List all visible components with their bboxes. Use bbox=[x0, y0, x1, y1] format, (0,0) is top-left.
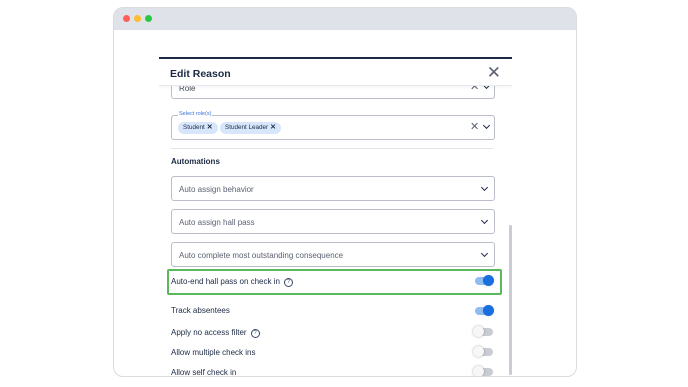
help-icon[interactable]: ? bbox=[283, 278, 293, 287]
auto-complete-consequence-select[interactable]: Auto complete most outstanding consequen… bbox=[171, 242, 495, 267]
toggle-label: Allow self check in bbox=[171, 368, 237, 377]
toggle-knob bbox=[473, 366, 484, 376]
close-window-dot[interactable] bbox=[123, 15, 130, 22]
toggle-knob bbox=[483, 275, 494, 286]
browser-titlebar bbox=[114, 8, 576, 30]
role-chip-label: Student Leader bbox=[225, 124, 269, 131]
select-placeholder: Auto assign hall pass bbox=[179, 218, 255, 227]
role-chip[interactable]: Student Leader ✕ bbox=[220, 122, 281, 134]
roles-multiselect[interactable]: Select role(s) Student ✕ Student Leader ✕ … bbox=[171, 111, 495, 140]
modal-body: Role ✕ Select role(s) Student ✕ Student L… bbox=[159, 57, 512, 377]
maximize-window-dot[interactable] bbox=[145, 15, 152, 22]
toggle-row-auto-end-hall-pass: Auto-end hall pass on check in? bbox=[171, 277, 293, 287]
toggle-row-track-absentees: Track absentees bbox=[171, 306, 230, 315]
chevron-down-icon bbox=[480, 249, 489, 258]
modal-title: Edit Reason bbox=[170, 68, 231, 80]
no-access-filter-toggle[interactable] bbox=[473, 326, 493, 337]
track-absentees-toggle[interactable] bbox=[475, 305, 494, 316]
roles-field-label: Select role(s) bbox=[178, 111, 213, 117]
chevron-down-icon[interactable] bbox=[482, 121, 491, 130]
self-check-in-toggle[interactable] bbox=[473, 366, 493, 376]
toggle-label: Track absentees bbox=[171, 306, 230, 315]
close-icon[interactable]: ✕ bbox=[487, 64, 501, 81]
toggle-knob bbox=[473, 346, 484, 357]
modal-scrollbar[interactable] bbox=[509, 225, 512, 375]
modal-header: Edit Reason ✕ bbox=[159, 59, 512, 86]
section-divider bbox=[171, 148, 493, 149]
automations-heading: Automations bbox=[171, 157, 220, 166]
auto-end-hall-pass-toggle[interactable] bbox=[475, 275, 494, 286]
toggle-knob bbox=[483, 305, 494, 316]
minimize-window-dot[interactable] bbox=[134, 15, 141, 22]
remove-chip-icon[interactable]: ✕ bbox=[207, 124, 213, 131]
role-chip-label: Student bbox=[183, 124, 205, 131]
chevron-down-icon bbox=[480, 216, 489, 225]
edit-reason-modal: Role ✕ Select role(s) Student ✕ Student L… bbox=[159, 57, 512, 377]
multiple-check-ins-toggle[interactable] bbox=[473, 346, 493, 357]
clear-icon[interactable]: ✕ bbox=[470, 122, 479, 133]
select-placeholder: Auto assign behavior bbox=[179, 185, 254, 194]
help-icon[interactable]: ? bbox=[250, 329, 260, 338]
auto-assign-behavior-select[interactable]: Auto assign behavior bbox=[171, 176, 495, 201]
auto-assign-hall-pass-select[interactable]: Auto assign hall pass bbox=[171, 209, 495, 234]
role-chip[interactable]: Student ✕ bbox=[178, 122, 218, 134]
toggle-row-multiple-check-ins: Allow multiple check ins bbox=[171, 348, 255, 357]
chevron-down-icon bbox=[480, 183, 489, 192]
toggle-label: Apply no access filter bbox=[171, 328, 247, 337]
toggle-row-no-access-filter: Apply no access filter? bbox=[171, 328, 260, 338]
select-placeholder: Auto complete most outstanding consequen… bbox=[179, 251, 344, 260]
remove-chip-icon[interactable]: ✕ bbox=[270, 124, 276, 131]
toggle-knob bbox=[473, 326, 484, 337]
toggle-row-self-check-in: Allow self check in bbox=[171, 368, 237, 377]
toggle-label: Auto-end hall pass on check in bbox=[171, 277, 280, 286]
browser-window: Role ✕ Select role(s) Student ✕ Student L… bbox=[113, 7, 577, 377]
toggle-label: Allow multiple check ins bbox=[171, 348, 256, 357]
